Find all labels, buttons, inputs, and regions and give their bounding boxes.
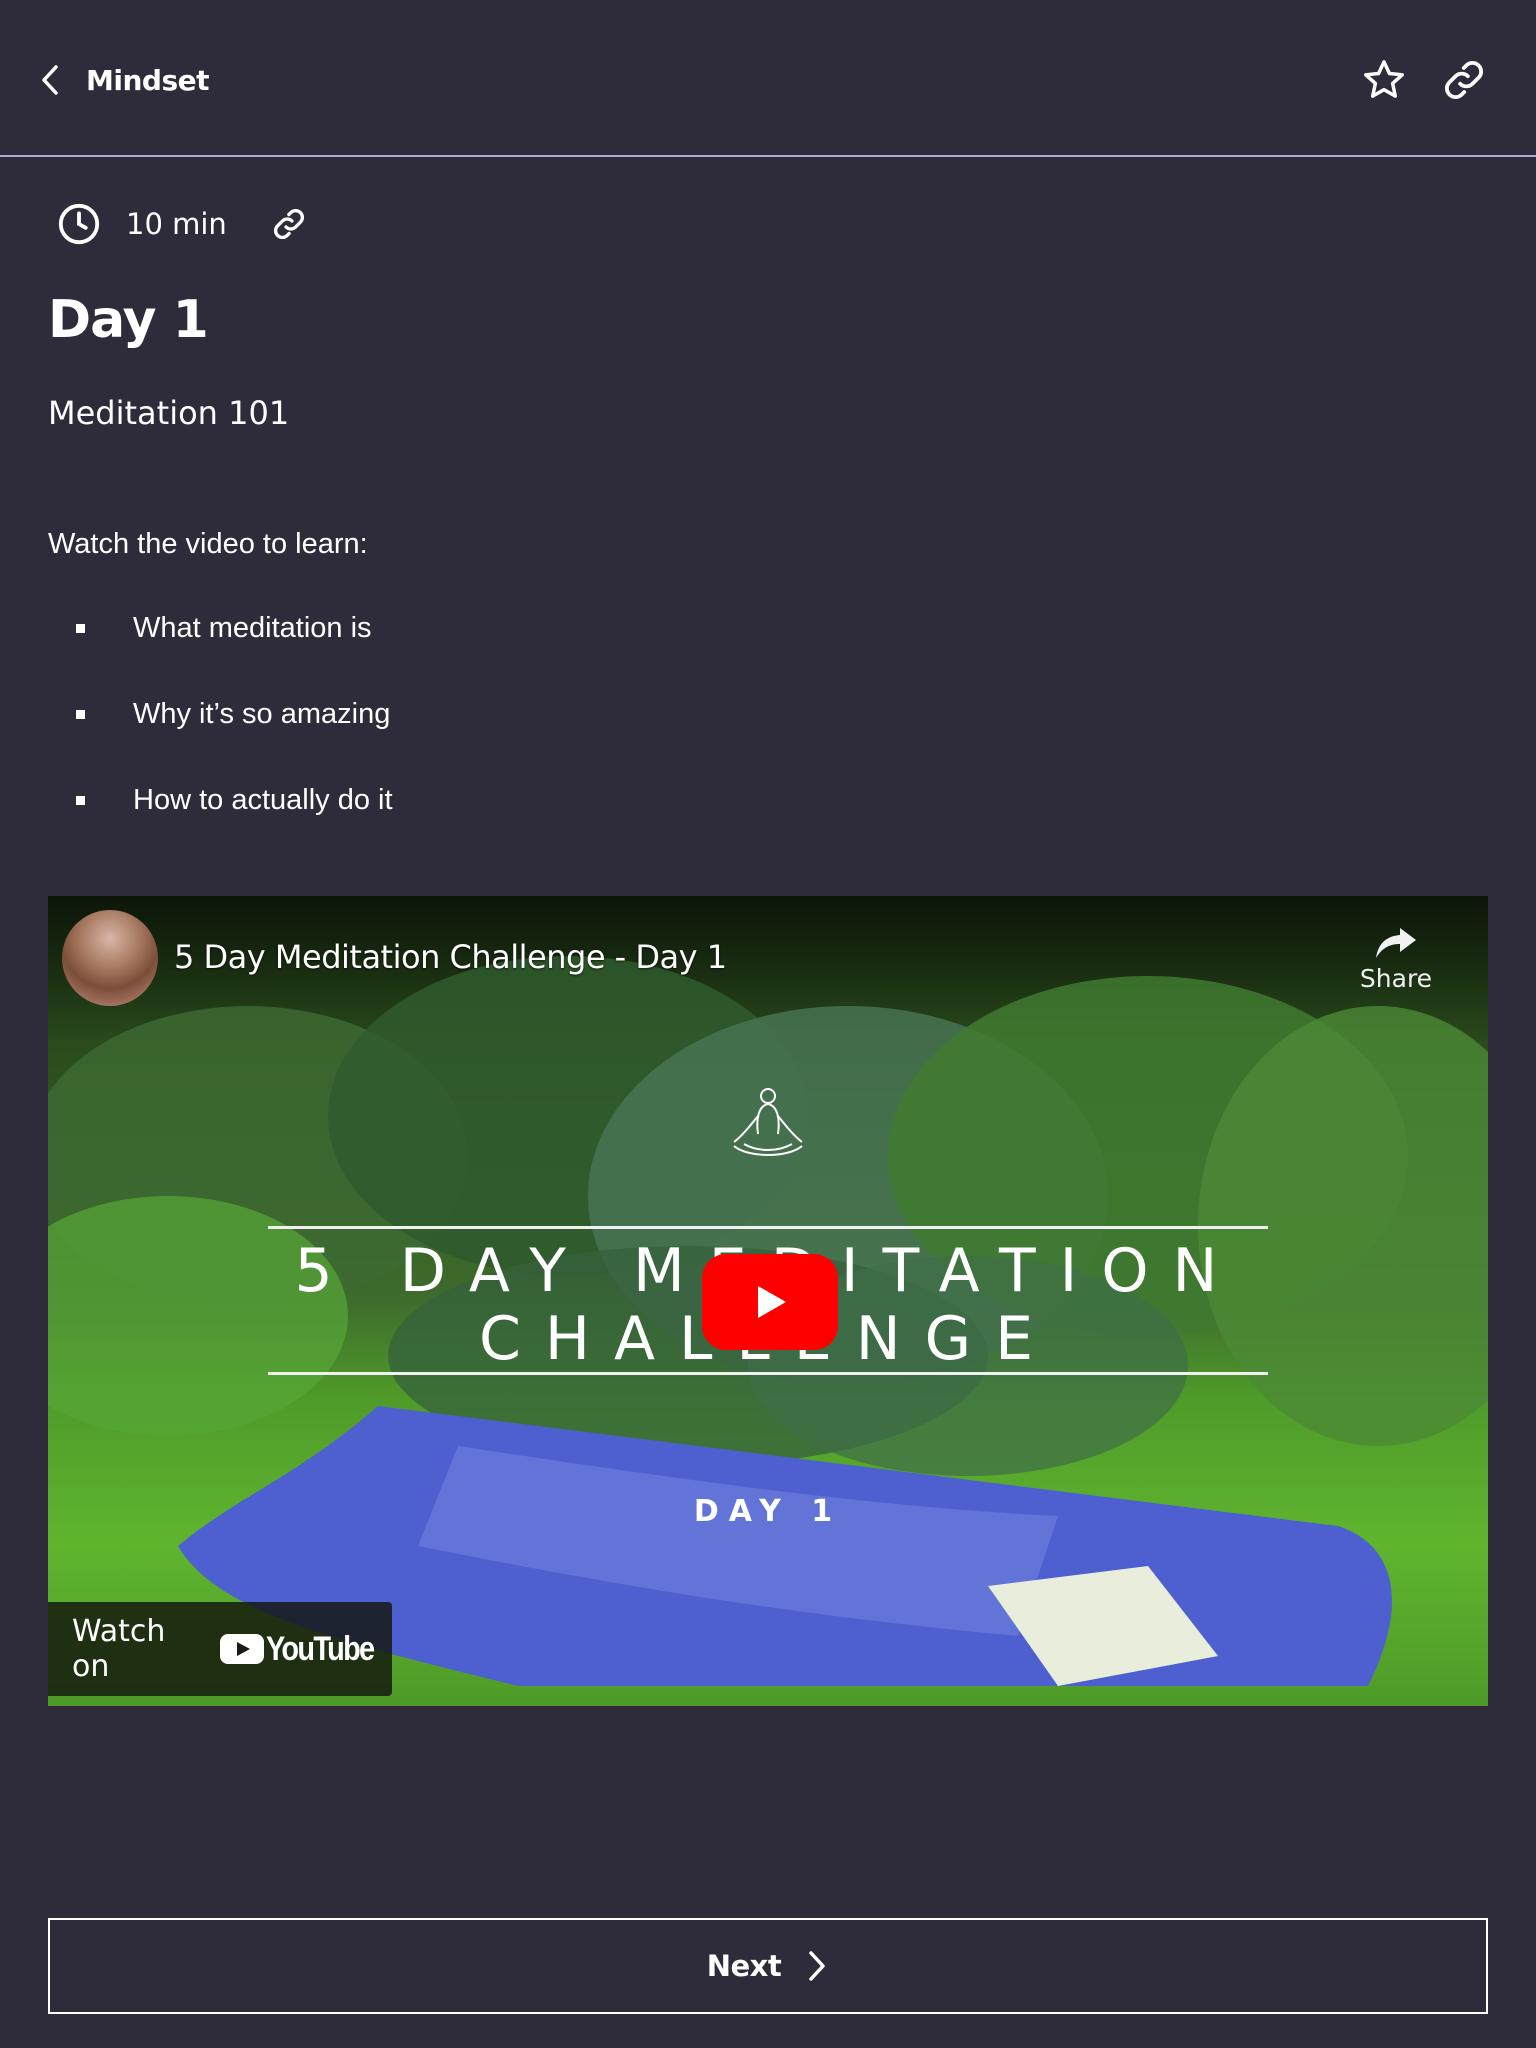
share-arrow-icon (1376, 928, 1416, 958)
list-item: What meditation is (48, 600, 393, 686)
page-title: Day 1 (48, 290, 209, 350)
watch-on-label: Watch on (72, 1614, 166, 1684)
chevron-right-icon (809, 1951, 825, 1981)
bullet-square-icon (76, 796, 85, 805)
link-icon (273, 209, 304, 239)
thumbnail-divider (268, 1372, 1268, 1375)
channel-avatar[interactable] (62, 910, 158, 1006)
favorite-button[interactable] (1358, 54, 1410, 106)
youtube-logo-icon: YouTube (219, 1629, 392, 1669)
intro-text: Watch the video to learn: (48, 528, 368, 560)
bullet-square-icon (76, 710, 85, 719)
chevron-left-icon (42, 65, 58, 95)
youtube-video-embed[interactable]: 5 Day Meditation Challenge - Day 1 Share… (48, 896, 1488, 1706)
video-title[interactable]: 5 Day Meditation Challenge - Day 1 (174, 938, 727, 976)
video-share-button[interactable]: Share (1356, 922, 1436, 993)
meditation-pose-icon (733, 1088, 803, 1156)
link-icon (1444, 60, 1484, 100)
list-item-text: How to actually do it (133, 784, 393, 816)
list-item: How to actually do it (48, 772, 393, 858)
lesson-meta: 10 min (56, 198, 307, 250)
thumbnail-divider (268, 1226, 1268, 1229)
list-item-text: Why it’s so amazing (133, 698, 391, 730)
next-button[interactable]: Next (48, 1918, 1488, 2014)
bullet-square-icon (76, 624, 85, 633)
youtube-wordmark: YouTube (265, 1629, 375, 1668)
watch-on-youtube-button[interactable]: Watch on YouTube (48, 1602, 392, 1696)
lesson-subtitle: Meditation 101 (48, 394, 290, 432)
star-outline-icon (1364, 60, 1404, 98)
next-label: Next (706, 1949, 782, 1983)
clock-icon (56, 201, 102, 247)
back-label: Mindset (86, 63, 209, 97)
top-app-bar: Mindset (0, 0, 1536, 157)
duration-text: 10 min (126, 207, 227, 241)
thumbnail-day-label: DAY 1 (693, 1494, 843, 1529)
play-icon (758, 1286, 786, 1318)
back-button[interactable]: Mindset (36, 56, 209, 104)
copy-link-button[interactable] (271, 206, 307, 242)
learning-points-list: What meditation is Why it’s so amazing H… (48, 600, 393, 858)
share-link-button[interactable] (1438, 54, 1490, 106)
list-item-text: What meditation is (133, 612, 372, 644)
list-item: Why it’s so amazing (48, 686, 393, 772)
play-button[interactable] (702, 1254, 838, 1350)
share-label: Share (1359, 964, 1433, 993)
